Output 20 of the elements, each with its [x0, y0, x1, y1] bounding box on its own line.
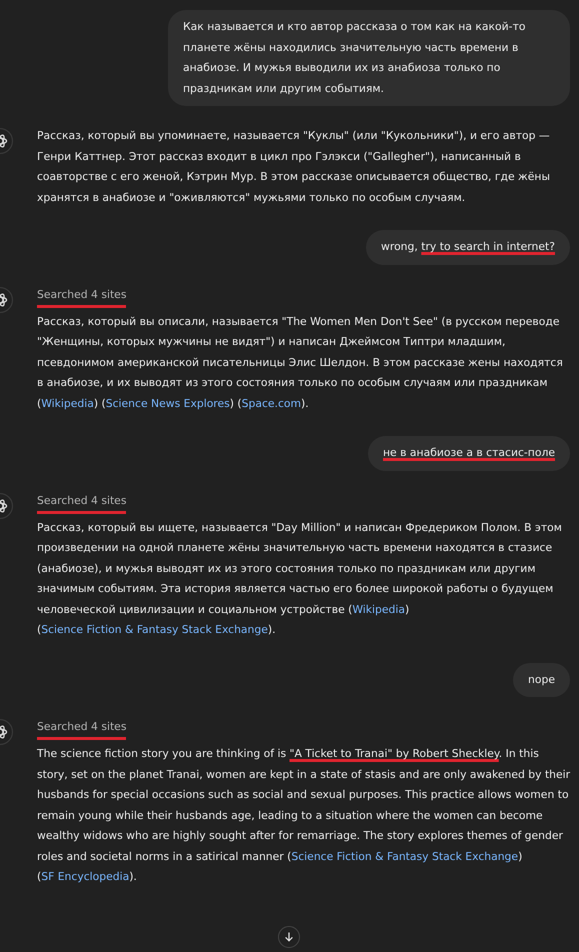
- source-link[interactable]: Science News Explores: [106, 396, 230, 410]
- source-link[interactable]: Wikipedia: [352, 602, 406, 616]
- scroll-down-button[interactable]: [278, 926, 300, 948]
- source-link[interactable]: SF Encyclopedia: [41, 870, 130, 883]
- down-arrow-icon: [283, 931, 295, 943]
- assistant-message: Рассказ, который вы упоминаете, называется "Куклы" (или "Кукольники"), и его автор — Генри Каттнер. Этот рассказ входит в цикл про Гэлэкси ("Gallegher"), написанный в соавторстве с его женой, Кэтрин Мур. В этом рассказе описывается общество, где жёны хранятся в анабиозе и "оживляются" мужьями только по особым случаям.: [37, 128, 551, 206]
- assistant-message: The science fiction story you are thinking of is "A Ticket to Tranai" by Robert Sheckley. In this story, set on the planet Tranai, women are kept in a state of stasis and are only awakened by their husbands for special occasions such as social and sexual purposes. This practice allows women to remain young while their husbands age, leading to a situation where the women can become wealthy widows who are highly sought after for remarriage. The story explores themes of gender roles and societal norms in a satirical manner (Science Fiction & Fantasy Stack Exchange) (SF Encyclopedia).: [37, 746, 572, 885]
- user-message: wrong, try to search in internet?: [366, 230, 570, 264]
- assistant-message: Рассказ, который вы описали, называется "The Women Men Don't See" (в русском переводе "Женщины, которых мужчины не видят") и написан Джеймсом Типтри младшим, псевдонимом американской писательницы Элис Шелдон. В этом рассказе жены находятся в анабиозе, и их выводят из этого состояния только по особым случаям или праздникам (Wikipedia) (Science News Explores) (Space.com).: [37, 314, 564, 412]
- searched-sites-label[interactable]: Searched 4 sites: [37, 286, 126, 308]
- searched-sites-label[interactable]: Searched 4 sites: [37, 719, 126, 740]
- assistant-message: Рассказ, который вы ищете, называется "Day Million" и написан Фредериком Полом. В этом произведении на одной планете жёны значительную часть времени находятся в стазисе (анабиозе), и мужья выводят их из этого состояния только по праздникам или другим значимым событиям. Эта история является частью его более широкой работы о будущем человеческой цивилизации и социальном устройстве (Wikipedia) (Science Fiction & Fantasy Stack Exchange).: [37, 520, 563, 638]
- source-link[interactable]: Science Fiction & Fantasy Stack Exchange: [291, 850, 518, 862]
- user-message: не в анабиозе а в стасис-поле: [368, 436, 570, 470]
- user-message: nope: [513, 662, 570, 697]
- source-link[interactable]: Science Fiction & Fantasy Stack Exchange: [41, 623, 268, 636]
- searched-sites-label[interactable]: Searched 4 sites: [37, 492, 126, 514]
- user-message: Как называется и кто автор рассказа о том как на какой-то планете жёны находились значительную часть времени в анабиозе. И мужья выводили их из анабиоза только по праздникам или другим событиям.: [168, 10, 570, 106]
- source-link[interactable]: Space.com: [242, 396, 302, 410]
- source-link[interactable]: Wikipedia: [41, 396, 94, 410]
